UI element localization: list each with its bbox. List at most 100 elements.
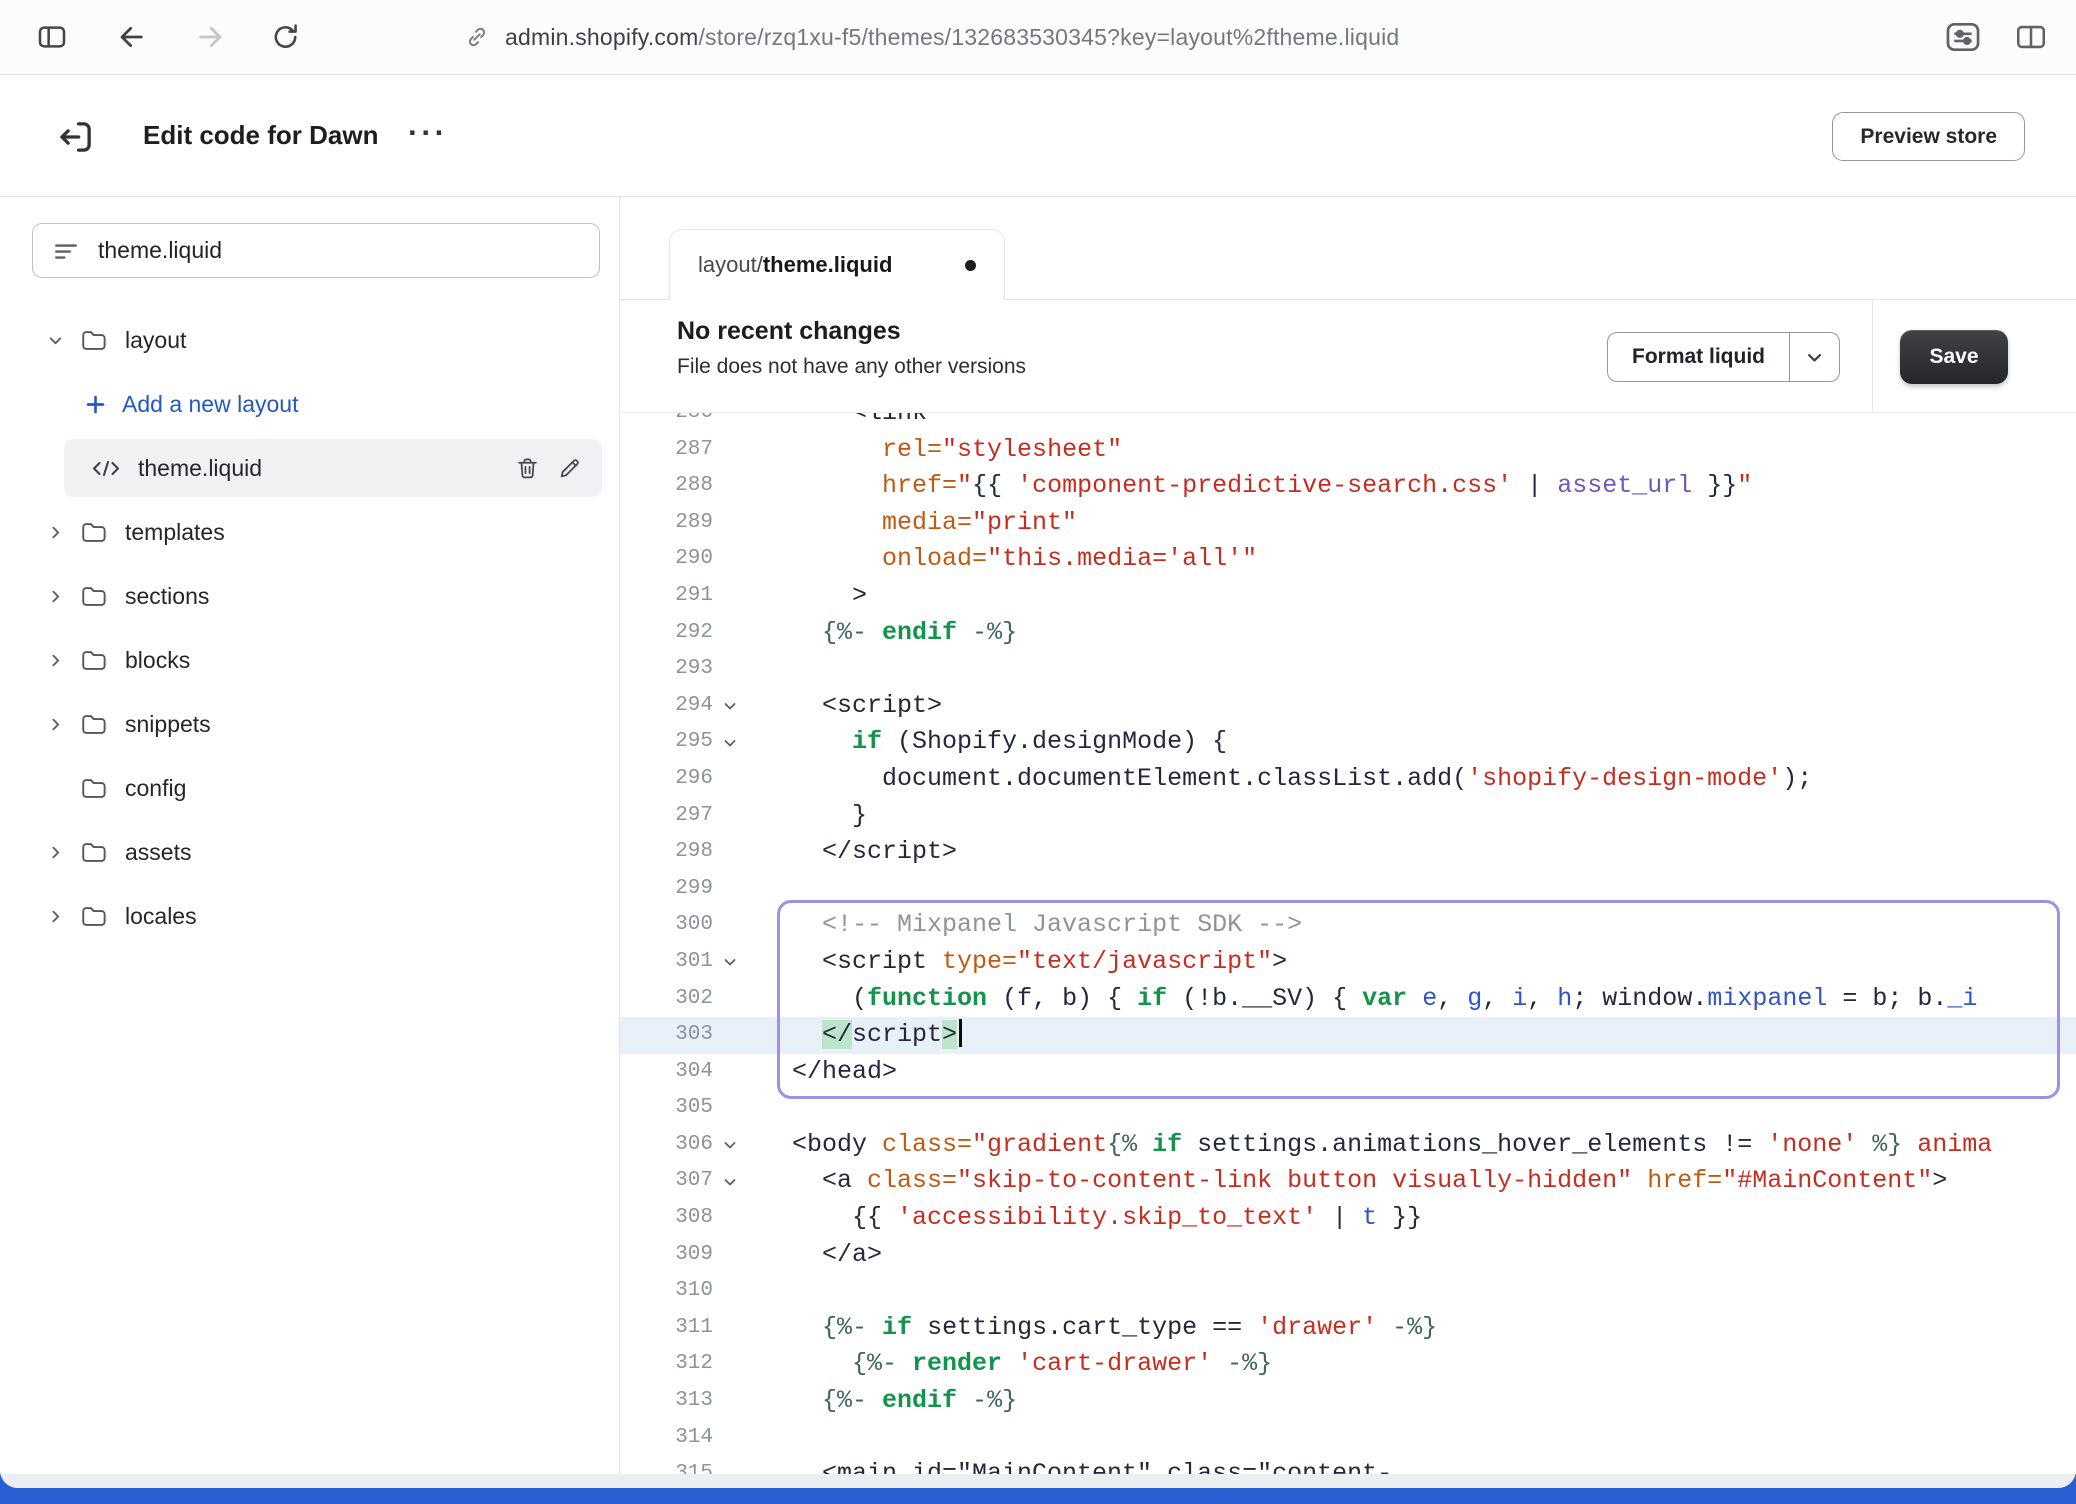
fold-chevron-icon[interactable] — [713, 1127, 747, 1164]
code-text[interactable]: </script> — [747, 834, 2076, 871]
code-line-289[interactable]: 289 media="print" — [620, 505, 2076, 542]
url-bar[interactable]: admin.shopify.com/store/rzq1xu-f5/themes… — [464, 0, 1399, 74]
sidebar-folder-locales[interactable]: locales — [0, 884, 619, 948]
code-text[interactable]: (function (f, b) { if (!b.__SV) { var e,… — [747, 981, 2076, 1018]
forward-icon[interactable] — [194, 21, 226, 53]
code-text[interactable]: {{ 'accessibility.skip_to_text' | t }} — [747, 1200, 2076, 1237]
code-text[interactable]: <link — [747, 413, 2076, 432]
code-text[interactable] — [747, 651, 2076, 688]
delete-file-icon[interactable] — [515, 456, 540, 481]
code-text[interactable]: document.documentElement.classList.add('… — [747, 761, 2076, 798]
code-text[interactable] — [747, 1420, 2076, 1457]
fold-chevron-icon[interactable] — [713, 724, 747, 761]
chevron-right-icon[interactable] — [46, 844, 64, 861]
reload-icon[interactable] — [270, 22, 301, 53]
fold-chevron-icon[interactable] — [713, 688, 747, 725]
sidebar-folder-layout[interactable]: layout — [0, 308, 619, 372]
sidebar-folder-blocks[interactable]: blocks — [0, 628, 619, 692]
code-text[interactable]: </a> — [747, 1237, 2076, 1274]
code-text[interactable]: {%- endif -%} — [747, 615, 2076, 652]
preview-store-button[interactable]: Preview store — [1832, 112, 2025, 161]
code-text[interactable]: {%- render 'cart-drawer' -%} — [747, 1346, 2076, 1383]
code-text[interactable]: if (Shopify.designMode) { — [747, 724, 2076, 761]
code-line-293[interactable]: 293 — [620, 651, 2076, 688]
chevron-down-icon[interactable] — [1789, 333, 1839, 381]
code-text[interactable]: media="print" — [747, 505, 2076, 542]
code-line-294[interactable]: 294 <script> — [620, 688, 2076, 725]
code-line-304[interactable]: 304 </head> — [620, 1054, 2076, 1091]
sidebar-folder-assets[interactable]: assets — [0, 820, 619, 884]
code-line-292[interactable]: 292 {%- endif -%} — [620, 615, 2076, 652]
code-line-307[interactable]: 307 <a class="skip-to-content-link butto… — [620, 1163, 2076, 1200]
code-text[interactable]: href="{{ 'component-predictive-search.cs… — [747, 468, 2076, 505]
code-line-299[interactable]: 299 — [620, 871, 2076, 908]
code-line-297[interactable]: 297 } — [620, 798, 2076, 835]
back-icon[interactable] — [116, 21, 148, 53]
code-line-301[interactable]: 301 <script type="text/javascript"> — [620, 944, 2076, 981]
code-line-295[interactable]: 295 if (Shopify.designMode) { — [620, 724, 2076, 761]
browser-settings-icon[interactable] — [1942, 18, 1984, 56]
code-line-303[interactable]: 303 </script> — [620, 1017, 2076, 1054]
code-text[interactable]: > — [747, 578, 2076, 615]
chevron-down-icon[interactable] — [46, 332, 64, 349]
exit-editor-icon[interactable] — [52, 113, 100, 161]
code-line-287[interactable]: 287 rel="stylesheet" — [620, 432, 2076, 469]
tab-layout-theme-liquid[interactable]: layout/theme.liquid — [669, 229, 1005, 300]
code-line-309[interactable]: 309 </a> — [620, 1237, 2076, 1274]
sidebar-folder-templates[interactable]: templates — [0, 500, 619, 564]
code-line-314[interactable]: 314 — [620, 1420, 2076, 1457]
search-input[interactable] — [98, 237, 578, 264]
code-editor[interactable]: 286 <link287 rel="stylesheet"288 href="{… — [620, 413, 2076, 1474]
code-line-286[interactable]: 286 <link — [620, 413, 2076, 432]
chevron-right-icon[interactable] — [46, 524, 64, 541]
code-line-296[interactable]: 296 document.documentElement.classList.a… — [620, 761, 2076, 798]
split-view-icon[interactable] — [2014, 20, 2048, 54]
code-text[interactable] — [747, 1090, 2076, 1127]
file-search-box[interactable] — [32, 223, 600, 278]
code-text[interactable]: <main id="MainContent" class="content- — [747, 1456, 2076, 1474]
code-text[interactable]: <a class="skip-to-content-link button vi… — [747, 1163, 2076, 1200]
code-text[interactable] — [747, 1273, 2076, 1310]
code-line-315[interactable]: 315 <main id="MainContent" class="conten… — [620, 1456, 2076, 1474]
code-line-300[interactable]: 300 <!-- Mixpanel Javascript SDK --> — [620, 907, 2076, 944]
code-line-311[interactable]: 311 {%- if settings.cart_type == 'drawer… — [620, 1310, 2076, 1347]
format-liquid-button[interactable]: Format liquid — [1607, 332, 1840, 382]
code-text[interactable]: {%- if settings.cart_type == 'drawer' -%… — [747, 1310, 2076, 1347]
chevron-right-icon[interactable] — [46, 716, 64, 733]
code-line-310[interactable]: 310 — [620, 1273, 2076, 1310]
code-text[interactable]: rel="stylesheet" — [747, 432, 2076, 469]
chevron-right-icon[interactable] — [46, 908, 64, 925]
sidebar-toggle-icon[interactable] — [36, 21, 68, 53]
save-button[interactable]: Save — [1900, 330, 2008, 384]
code-text[interactable]: <script> — [747, 688, 2076, 725]
code-line-312[interactable]: 312 {%- render 'cart-drawer' -%} — [620, 1346, 2076, 1383]
sidebar-folder-sections[interactable]: sections — [0, 564, 619, 628]
chevron-right-icon[interactable] — [46, 588, 64, 605]
fold-chevron-icon[interactable] — [713, 1163, 747, 1200]
rename-file-icon[interactable] — [557, 456, 582, 481]
code-line-306[interactable]: 306 <body class="gradient{% if settings.… — [620, 1127, 2076, 1164]
code-text[interactable]: } — [747, 798, 2076, 835]
code-lines[interactable]: 286 <link287 rel="stylesheet"288 href="{… — [620, 413, 2076, 1474]
fold-chevron-icon[interactable] — [713, 944, 747, 981]
code-line-313[interactable]: 313 {%- endif -%} — [620, 1383, 2076, 1420]
more-actions-button[interactable]: ··· — [408, 115, 448, 151]
sidebar-file-theme-liquid[interactable]: theme.liquid — [64, 439, 602, 497]
code-line-288[interactable]: 288 href="{{ 'component-predictive-searc… — [620, 468, 2076, 505]
code-text[interactable]: <script type="text/javascript"> — [747, 944, 2076, 981]
chevron-right-icon[interactable] — [46, 652, 64, 669]
code-line-291[interactable]: 291 > — [620, 578, 2076, 615]
sidebar-action-add-a-new-layout[interactable]: Add a new layout — [0, 372, 619, 436]
sidebar-folder-config[interactable]: config — [0, 756, 619, 820]
code-line-305[interactable]: 305 — [620, 1090, 2076, 1127]
code-text[interactable]: </head> — [747, 1054, 2076, 1091]
code-line-308[interactable]: 308 {{ 'accessibility.skip_to_text' | t … — [620, 1200, 2076, 1237]
code-text[interactable]: <!-- Mixpanel Javascript SDK --> — [747, 907, 2076, 944]
code-line-302[interactable]: 302 (function (f, b) { if (!b.__SV) { va… — [620, 981, 2076, 1018]
code-text[interactable]: onload="this.media='all'" — [747, 541, 2076, 578]
code-line-298[interactable]: 298 </script> — [620, 834, 2076, 871]
code-line-290[interactable]: 290 onload="this.media='all'" — [620, 541, 2076, 578]
sidebar-folder-snippets[interactable]: snippets — [0, 692, 619, 756]
code-text[interactable]: {%- endif -%} — [747, 1383, 2076, 1420]
code-text[interactable]: </script> — [747, 1017, 2076, 1054]
